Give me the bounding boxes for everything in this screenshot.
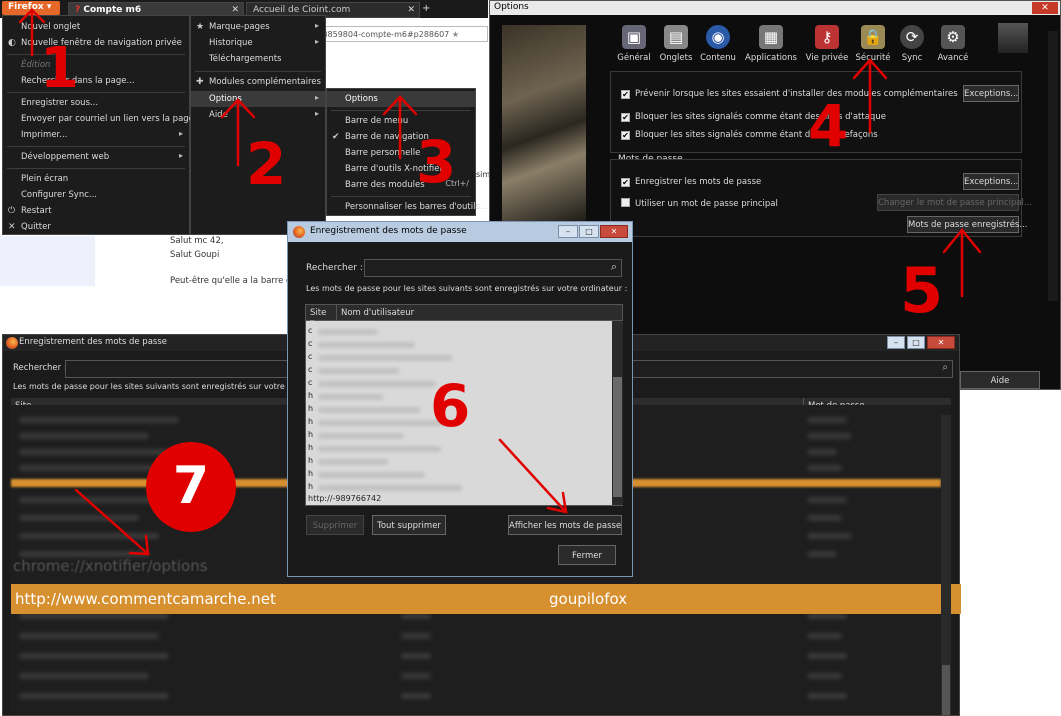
- annotation-1: 1: [40, 36, 79, 101]
- annotation-arrows: [18, 8, 982, 556]
- annotation-7: 7: [146, 442, 236, 532]
- annotation-2: 2: [246, 130, 287, 198]
- annotation-5: 5: [900, 254, 944, 327]
- annotation-6: 6: [430, 372, 471, 440]
- annotation-3: 3: [416, 128, 457, 196]
- annotation-4: 4: [808, 92, 849, 160]
